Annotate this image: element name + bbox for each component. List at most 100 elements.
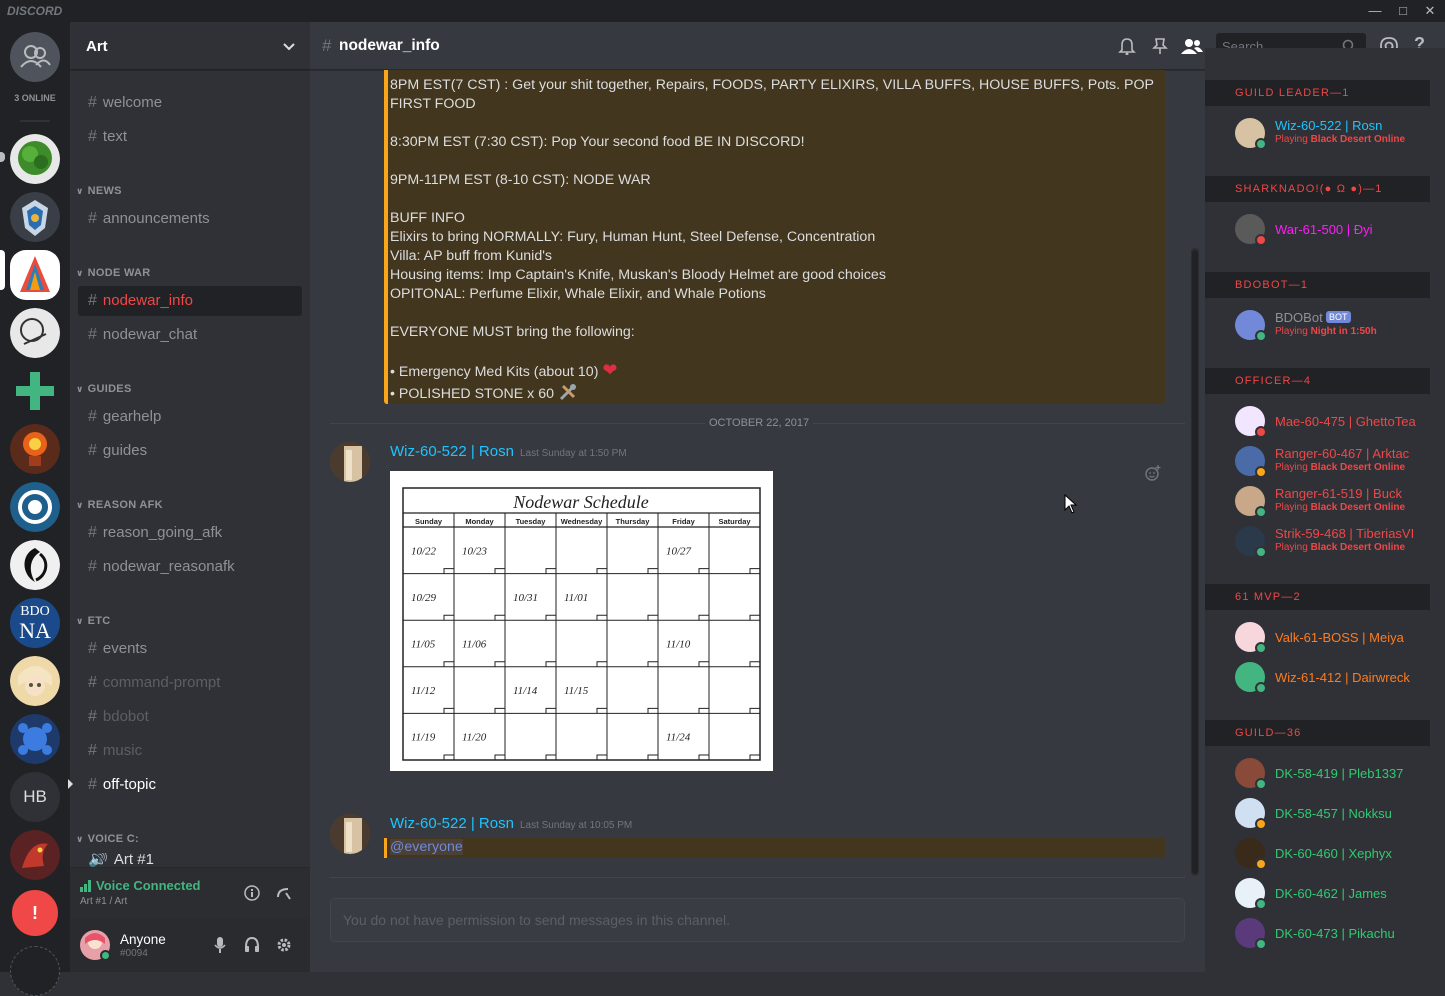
member-group-header: SHARKNADO!(● Ω ●)—1 bbox=[1205, 176, 1430, 202]
member-group-header: OFFICER—4 bbox=[1205, 368, 1430, 394]
maximize-button[interactable]: □ bbox=[1394, 2, 1412, 20]
guild-hb-icon[interactable]: HB bbox=[10, 772, 60, 822]
member-item[interactable]: Wiz-60-522 | Rosn Playing Black Desert On… bbox=[1235, 118, 1425, 158]
channel-nodewar-chat[interactable]: # nodewar_chat bbox=[78, 320, 302, 350]
username: Anyone bbox=[120, 932, 166, 947]
message-avatar[interactable] bbox=[330, 442, 370, 482]
member-item[interactable]: BDOBot BOT Playing Night in 1:50h bbox=[1235, 310, 1425, 350]
status-dot bbox=[1255, 506, 1267, 518]
channel-nodewar-info[interactable]: # nodewar_info bbox=[78, 286, 302, 316]
schedule-day-header: Saturday bbox=[718, 517, 751, 526]
category-reason-afk[interactable]: ∨ REASON AFK bbox=[76, 499, 163, 511]
add-server-icon[interactable] bbox=[10, 366, 60, 416]
minimize-button[interactable]: — bbox=[1366, 2, 1384, 20]
channel-command-prompt[interactable]: # command-prompt bbox=[78, 668, 302, 698]
channel-bdobot[interactable]: # bdobot bbox=[78, 702, 302, 732]
guild-orb-icon[interactable] bbox=[10, 714, 60, 764]
status-dot bbox=[1255, 938, 1267, 950]
add-reaction-icon[interactable] bbox=[1145, 465, 1161, 481]
close-button[interactable]: ✕ bbox=[1421, 2, 1439, 20]
member-item[interactable]: Wiz-61-412 | Dairwreck bbox=[1235, 662, 1425, 702]
member-item[interactable]: DK-58-457 | Nokksu bbox=[1235, 798, 1425, 838]
member-name: Ranger-61-519 | Buck bbox=[1275, 486, 1402, 501]
message-author[interactable]: Wiz-60-522 | Rosn Last Sunday at 10:05 PM bbox=[390, 815, 632, 833]
member-activity: Playing Black Desert Online bbox=[1275, 542, 1406, 553]
guild-sketch-icon[interactable] bbox=[10, 308, 60, 358]
member-name: Ranger-60-467 | Arktac bbox=[1275, 446, 1410, 461]
channel-guides[interactable]: # guides bbox=[78, 436, 302, 466]
guild-list: 3 ONLINE BDO NA HB ! bbox=[0, 22, 70, 996]
guild-selected-pill bbox=[0, 250, 5, 290]
member-activity: Playing Black Desert Online bbox=[1275, 134, 1406, 145]
schedule-title: Nodewar Schedule bbox=[512, 492, 648, 512]
member-name: DK-60-473 | Pikachu bbox=[1275, 926, 1395, 941]
category-voice[interactable]: ∨ VOICE C: bbox=[76, 833, 139, 845]
guild-bdo-na-icon[interactable]: BDO NA bbox=[10, 598, 60, 648]
category-news[interactable]: ∨ NEWS bbox=[76, 185, 122, 197]
add-guild-icon[interactable] bbox=[10, 946, 60, 996]
unread-indicator-icon bbox=[68, 779, 73, 789]
online-count: 3 ONLINE bbox=[14, 93, 56, 103]
microphone-icon[interactable] bbox=[214, 937, 226, 953]
member-list-top bbox=[1205, 48, 1445, 70]
member-name: DK-58-419 | Pleb1337 bbox=[1275, 766, 1404, 781]
member-item[interactable]: Ranger-60-467 | Arktac Playing Black Dese… bbox=[1235, 446, 1425, 486]
member-item[interactable]: War-61-500 | Đyi bbox=[1235, 214, 1425, 254]
friends-icon[interactable] bbox=[10, 32, 60, 82]
channel-welcome[interactable]: # welcome bbox=[78, 88, 302, 118]
category-guides[interactable]: ∨ GUIDES bbox=[76, 383, 132, 395]
scrollbar-thumb[interactable] bbox=[1192, 250, 1198, 874]
member-item[interactable]: DK-60-473 | Pikachu bbox=[1235, 918, 1425, 958]
channel-off-topic[interactable]: # off-topic bbox=[78, 770, 302, 800]
channel-events[interactable]: # events bbox=[78, 634, 302, 664]
channel-music[interactable]: # music bbox=[78, 736, 302, 766]
channel-nodewar-reasonafk[interactable]: # nodewar_reasonafk bbox=[78, 552, 302, 582]
pin-icon[interactable] bbox=[1152, 37, 1168, 55]
guild-dragon-icon[interactable] bbox=[10, 830, 60, 880]
message-timestamp: Last Sunday at 10:05 PM bbox=[519, 820, 633, 831]
channel-text[interactable]: # text bbox=[78, 122, 302, 152]
member-item[interactable]: Valk-61-BOSS | Meiya bbox=[1235, 622, 1425, 662]
guild-anime-icon[interactable] bbox=[10, 656, 60, 706]
guild-ring-icon[interactable] bbox=[10, 482, 60, 532]
voice-status[interactable]: Voice Connected bbox=[96, 878, 201, 893]
headphones-icon[interactable] bbox=[244, 937, 260, 953]
channel-reason-going-afk[interactable]: # reason_going_afk bbox=[78, 518, 302, 548]
message-author[interactable]: Wiz-60-522 | Rosn Last Sunday at 1:50 PM bbox=[390, 443, 627, 461]
category-node-war[interactable]: ∨ NODE WAR bbox=[76, 267, 151, 279]
schedule-image[interactable]: Nodewar Schedule Sunday Monday Tuesday Wedn… bbox=[390, 471, 773, 771]
category-etc[interactable]: ∨ ETC bbox=[76, 615, 111, 627]
member-item[interactable]: DK-58-419 | Pleb1337 bbox=[1235, 758, 1425, 798]
members-icon[interactable] bbox=[1180, 37, 1204, 55]
member-item[interactable]: Strik-59-468 | TiberiasVI Playing Black D… bbox=[1235, 526, 1425, 566]
user-tag: #0094 bbox=[120, 948, 148, 959]
member-item[interactable]: Ranger-61-519 | Buck Playing Black Desert… bbox=[1235, 486, 1425, 526]
member-name: Wiz-61-412 | Dairwreck bbox=[1275, 670, 1410, 685]
guild-swirl-icon[interactable] bbox=[10, 540, 60, 590]
voice-location[interactable]: Art #1 / Art bbox=[80, 896, 127, 907]
status-dot bbox=[1255, 682, 1267, 694]
channel-announcements[interactable]: # announcements bbox=[78, 204, 302, 234]
everyone-mention[interactable]: @everyone bbox=[390, 839, 463, 855]
discord-logo: DISCORD bbox=[7, 4, 63, 18]
member-group-header: GUILD LEADER—1 bbox=[1205, 80, 1430, 106]
guild-emblem-icon[interactable] bbox=[10, 424, 60, 474]
guild-art-icon[interactable] bbox=[10, 250, 60, 300]
guild-header[interactable]: Art bbox=[70, 22, 310, 70]
bell-icon[interactable] bbox=[1118, 37, 1136, 55]
guild-tree-icon[interactable] bbox=[10, 134, 60, 184]
member-item[interactable]: Mae-60-475 | GhettoTea bbox=[1235, 406, 1425, 446]
alert-icon[interactable]: ! bbox=[10, 888, 60, 938]
voice-channel-art-1[interactable]: 🔊 Art #1 bbox=[78, 853, 302, 867]
disconnect-icon[interactable] bbox=[276, 885, 292, 901]
status-dot bbox=[1255, 466, 1267, 478]
member-name: Wiz-60-522 | Rosn bbox=[1275, 118, 1383, 133]
guild-shield-icon[interactable] bbox=[10, 192, 60, 242]
gear-icon[interactable] bbox=[276, 937, 292, 953]
channel-gearhelp[interactable]: # gearhelp bbox=[78, 402, 302, 432]
info-icon[interactable] bbox=[244, 885, 260, 901]
member-item[interactable]: DK-60-462 | James bbox=[1235, 878, 1425, 918]
bot-badge: BOT bbox=[1326, 311, 1351, 323]
member-item[interactable]: DK-60-460 | Xephyx bbox=[1235, 838, 1425, 878]
message-avatar[interactable] bbox=[330, 814, 370, 854]
